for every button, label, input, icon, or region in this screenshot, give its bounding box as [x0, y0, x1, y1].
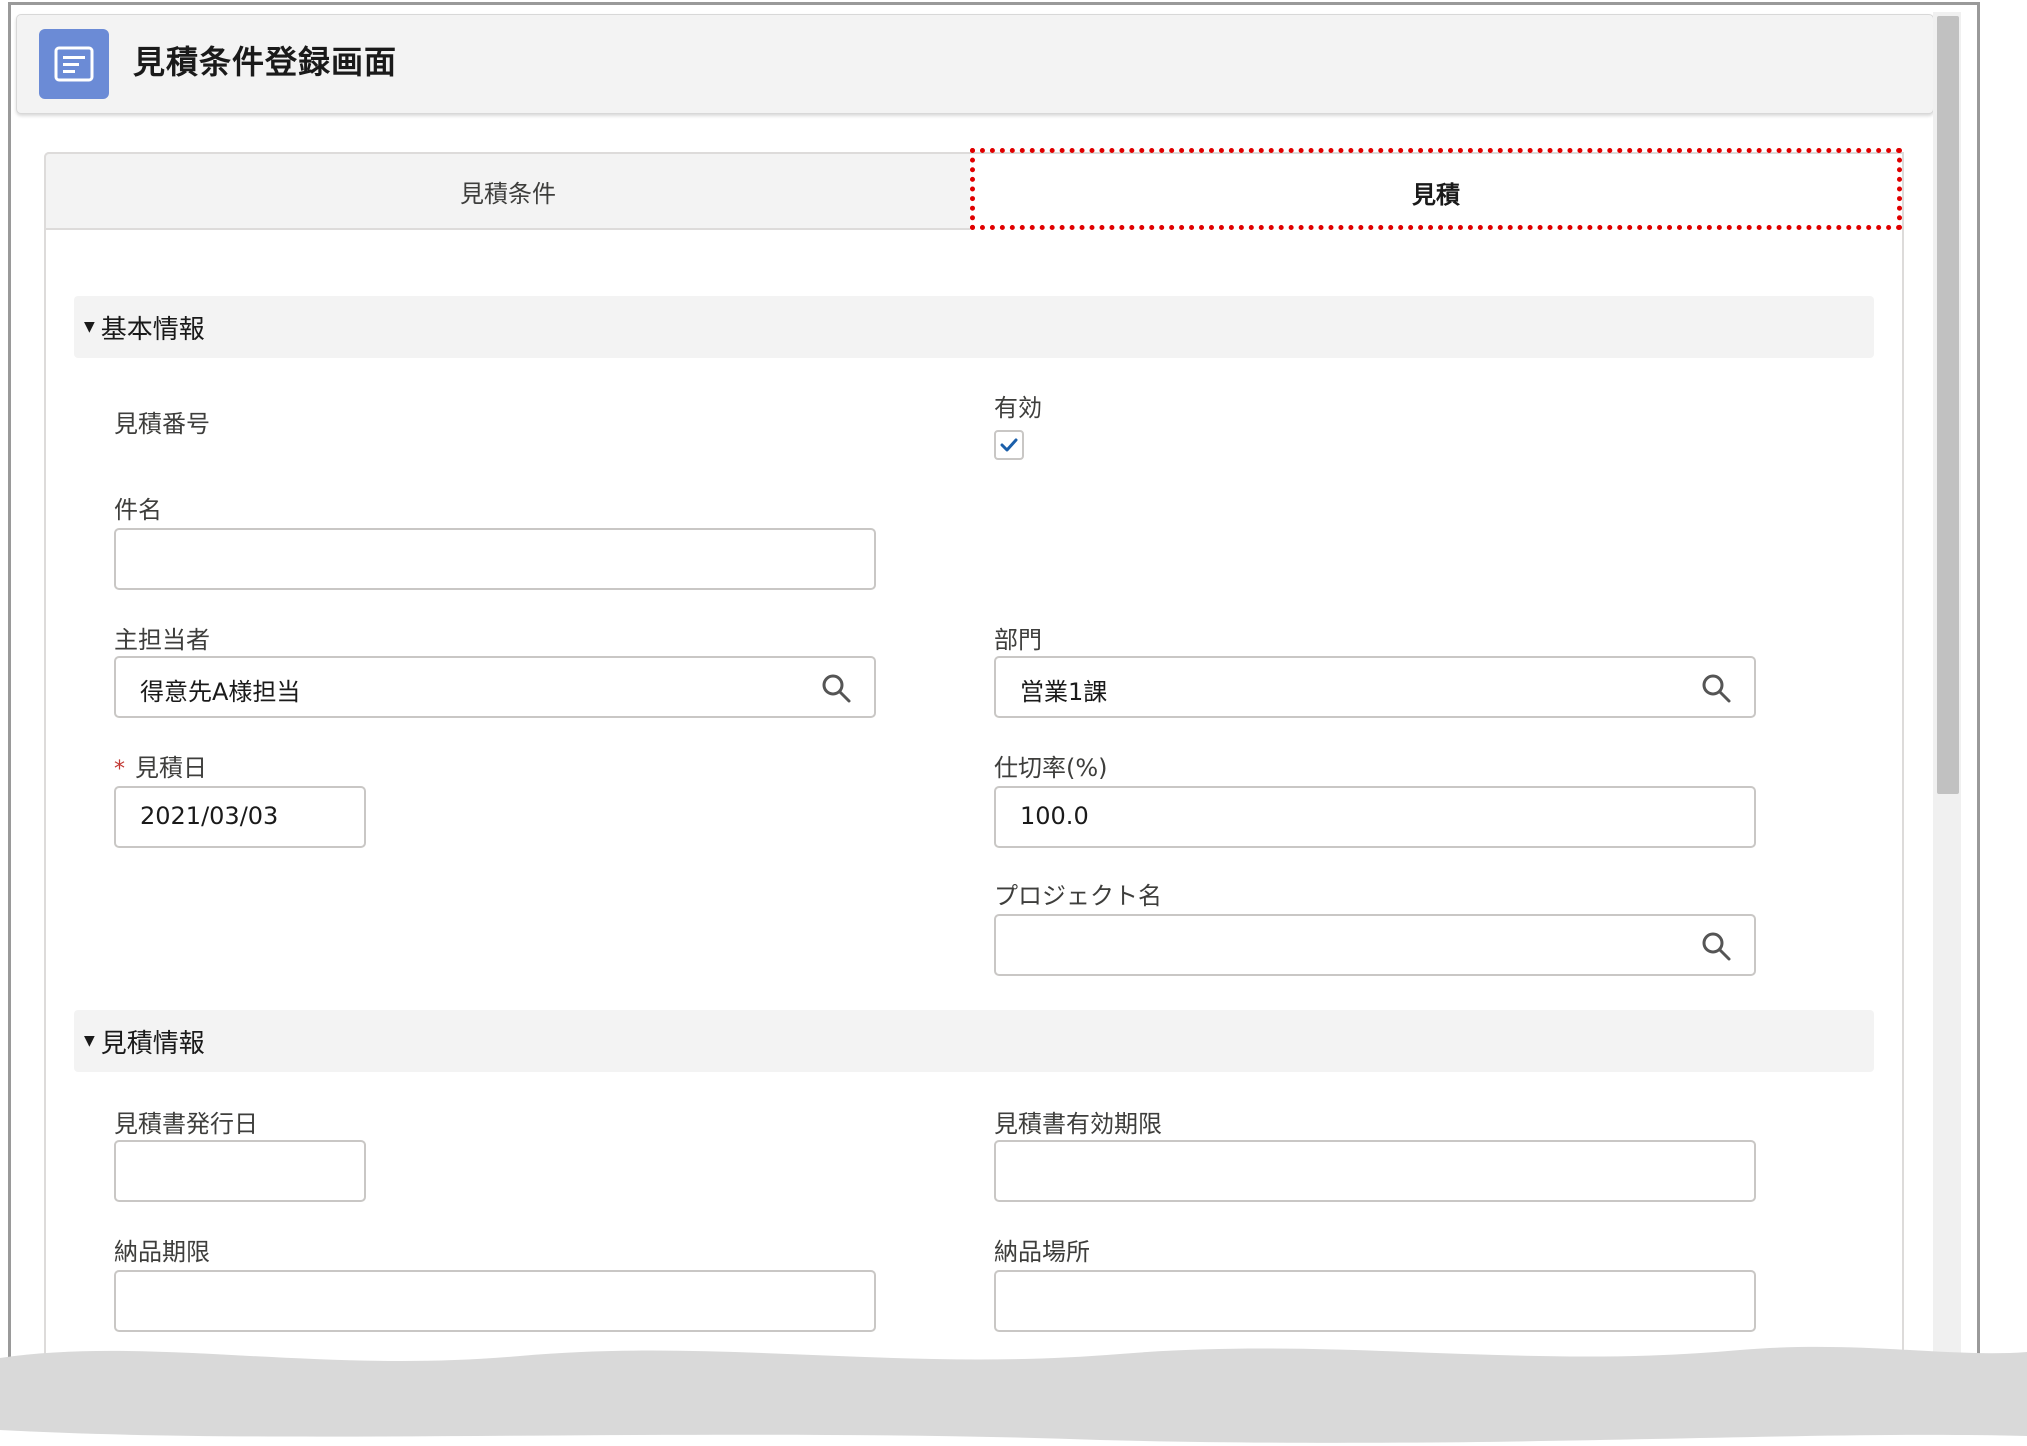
- project-lookup-input[interactable]: [994, 914, 1756, 976]
- estimate-date-label: * 見積日: [114, 748, 207, 783]
- estimate-date-value: 2021/03/03: [140, 802, 279, 830]
- tab-estimate-conditions[interactable]: 見積条件: [44, 152, 970, 230]
- subject-label: 件名: [114, 496, 162, 524]
- tab-divider: [44, 228, 970, 230]
- delivery-deadline-input[interactable]: [114, 1270, 876, 1332]
- scrollbar-thumb[interactable]: [1937, 16, 1959, 794]
- torn-edge: [0, 1346, 2027, 1446]
- required-mark: *: [114, 757, 125, 782]
- issue-date-label: 見積書発行日: [114, 1110, 258, 1138]
- delivery-place-label: 納品場所: [994, 1238, 1090, 1266]
- document-icon: [39, 29, 109, 99]
- valid-until-input[interactable]: [994, 1140, 1756, 1202]
- rate-label: 仕切率(%): [994, 754, 1108, 782]
- rate-input[interactable]: 100.0: [994, 786, 1756, 848]
- search-icon[interactable]: [1700, 672, 1732, 704]
- delivery-deadline-label: 納品期限: [114, 1238, 210, 1266]
- delivery-place-input[interactable]: [994, 1270, 1756, 1332]
- search-icon[interactable]: [1700, 930, 1732, 962]
- checkmark-icon: [1000, 438, 1018, 452]
- caret-down-icon: ▼: [84, 319, 95, 335]
- active-checkbox[interactable]: [994, 430, 1024, 460]
- valid-until-label: 見積書有効期限: [994, 1110, 1162, 1138]
- estimate-date-input[interactable]: 2021/03/03: [114, 786, 366, 848]
- section-title: 基本情報: [100, 314, 205, 345]
- page-title: 見積条件登録画面: [133, 43, 398, 81]
- owner-lookup-input[interactable]: 得意先A様担当: [114, 656, 876, 718]
- tab-estimate[interactable]: 見積: [970, 152, 1904, 230]
- estimate-number-label: 見積番号: [114, 410, 210, 438]
- subject-input[interactable]: [114, 528, 876, 590]
- owner-value: 得意先A様担当: [140, 678, 301, 706]
- project-label: プロジェクト名: [994, 882, 1162, 910]
- section-header-estimate-info[interactable]: ▼ 見積情報: [74, 1010, 1874, 1072]
- department-label: 部門: [994, 626, 1042, 654]
- caret-down-icon: ▼: [84, 1033, 95, 1049]
- department-value: 営業1課: [1020, 678, 1108, 706]
- page-header: 見積条件登録画面: [16, 14, 1934, 114]
- rate-value: 100.0: [1020, 802, 1089, 830]
- issue-date-input[interactable]: [114, 1140, 366, 1202]
- section-title: 見積情報: [100, 1028, 205, 1059]
- estimate-date-label-text: 見積日: [135, 754, 207, 782]
- owner-label: 主担当者: [114, 626, 210, 654]
- section-header-basic-info[interactable]: ▼ 基本情報: [74, 296, 1874, 358]
- search-icon[interactable]: [820, 672, 852, 704]
- active-label: 有効: [994, 394, 1042, 422]
- department-lookup-input[interactable]: 営業1課: [994, 656, 1756, 718]
